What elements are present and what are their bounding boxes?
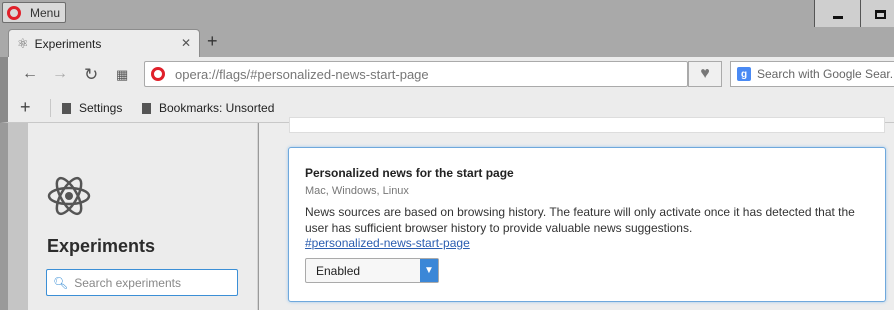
experiment-card: Personalized news for the start page Mac… <box>288 147 886 302</box>
address-bar[interactable]: opera://flags/#personalized-news-start-p… <box>144 61 688 87</box>
experiment-title: Personalized news for the start page <box>305 166 514 180</box>
bookmark-settings[interactable]: Settings <box>62 101 122 115</box>
bookmark-label: Bookmarks: Unsorted <box>159 101 275 115</box>
search-experiments-input[interactable]: 🔍︎ Search experiments <box>46 269 238 296</box>
tab-experiments[interactable]: ⚛ Experiments ✕ <box>8 29 200 57</box>
opera-logo-icon <box>151 67 165 81</box>
document-icon <box>62 102 71 114</box>
chevron-down-icon[interactable]: ▼ <box>420 259 438 282</box>
selected-state: Enabled <box>316 263 361 278</box>
document-icon <box>142 102 151 114</box>
add-bookmark-button[interactable]: + <box>20 97 31 118</box>
search-placeholder[interactable]: Search with Google Sear... <box>757 67 894 81</box>
minimize-icon <box>832 16 843 19</box>
menu-label: Menu <box>30 5 61 20</box>
menu-button[interactable]: Menu <box>2 2 66 23</box>
heart-icon[interactable]: ♥ <box>688 61 722 87</box>
navigation-toolbar: ← → ↻ ▦ opera://flags/#personalized-news… <box>0 57 894 93</box>
title-bar: Menu <box>0 0 894 30</box>
speed-dial-grid-icon[interactable]: ▦ <box>116 67 128 83</box>
forward-arrow-icon[interactable]: → <box>52 65 68 83</box>
search-experiments-placeholder[interactable]: Search experiments <box>74 276 181 290</box>
maximize-icon <box>875 10 886 19</box>
new-tab-button[interactable]: + <box>207 31 218 52</box>
opera-logo-icon <box>7 5 21 20</box>
back-arrow-icon[interactable]: ← <box>22 65 38 83</box>
atom-icon <box>47 176 91 216</box>
atom-icon: ⚛ <box>17 35 29 51</box>
experiment-link[interactable]: #personalized-news-start-page <box>305 236 470 250</box>
bookmarks-divider <box>50 99 51 117</box>
bookmark-label: Settings <box>79 101 123 115</box>
experiment-platforms: Mac, Windows, Linux <box>305 185 409 197</box>
search-icon: 🔍︎ <box>53 275 69 290</box>
previous-experiment-card <box>289 117 885 133</box>
sidebar-title: Experiments <box>47 236 156 256</box>
tab-strip: ⚛ Experiments ✕ + <box>0 27 894 57</box>
search-box[interactable]: g Search with Google Sear... <box>730 61 894 87</box>
google-icon: g <box>737 67 751 81</box>
close-tab-icon[interactable]: ✕ <box>181 36 191 50</box>
experiment-state-select[interactable]: Enabled ▼ <box>305 258 439 283</box>
experiments-list: Personalized news for the start page Mac… <box>259 117 894 310</box>
bookmark-unsorted[interactable]: Bookmarks: Unsorted <box>142 101 274 115</box>
address-url[interactable]: opera://flags/#personalized-news-start-p… <box>175 67 429 82</box>
tab-title: Experiments <box>34 36 102 51</box>
minimize-button[interactable] <box>814 0 860 30</box>
maximize-button[interactable] <box>860 0 894 30</box>
reload-icon[interactable]: ↻ <box>84 65 98 85</box>
flags-sidebar: Experiments 🔍︎ Search experiments <box>8 123 258 310</box>
experiment-description: News sources are based on browsing histo… <box>305 205 855 235</box>
